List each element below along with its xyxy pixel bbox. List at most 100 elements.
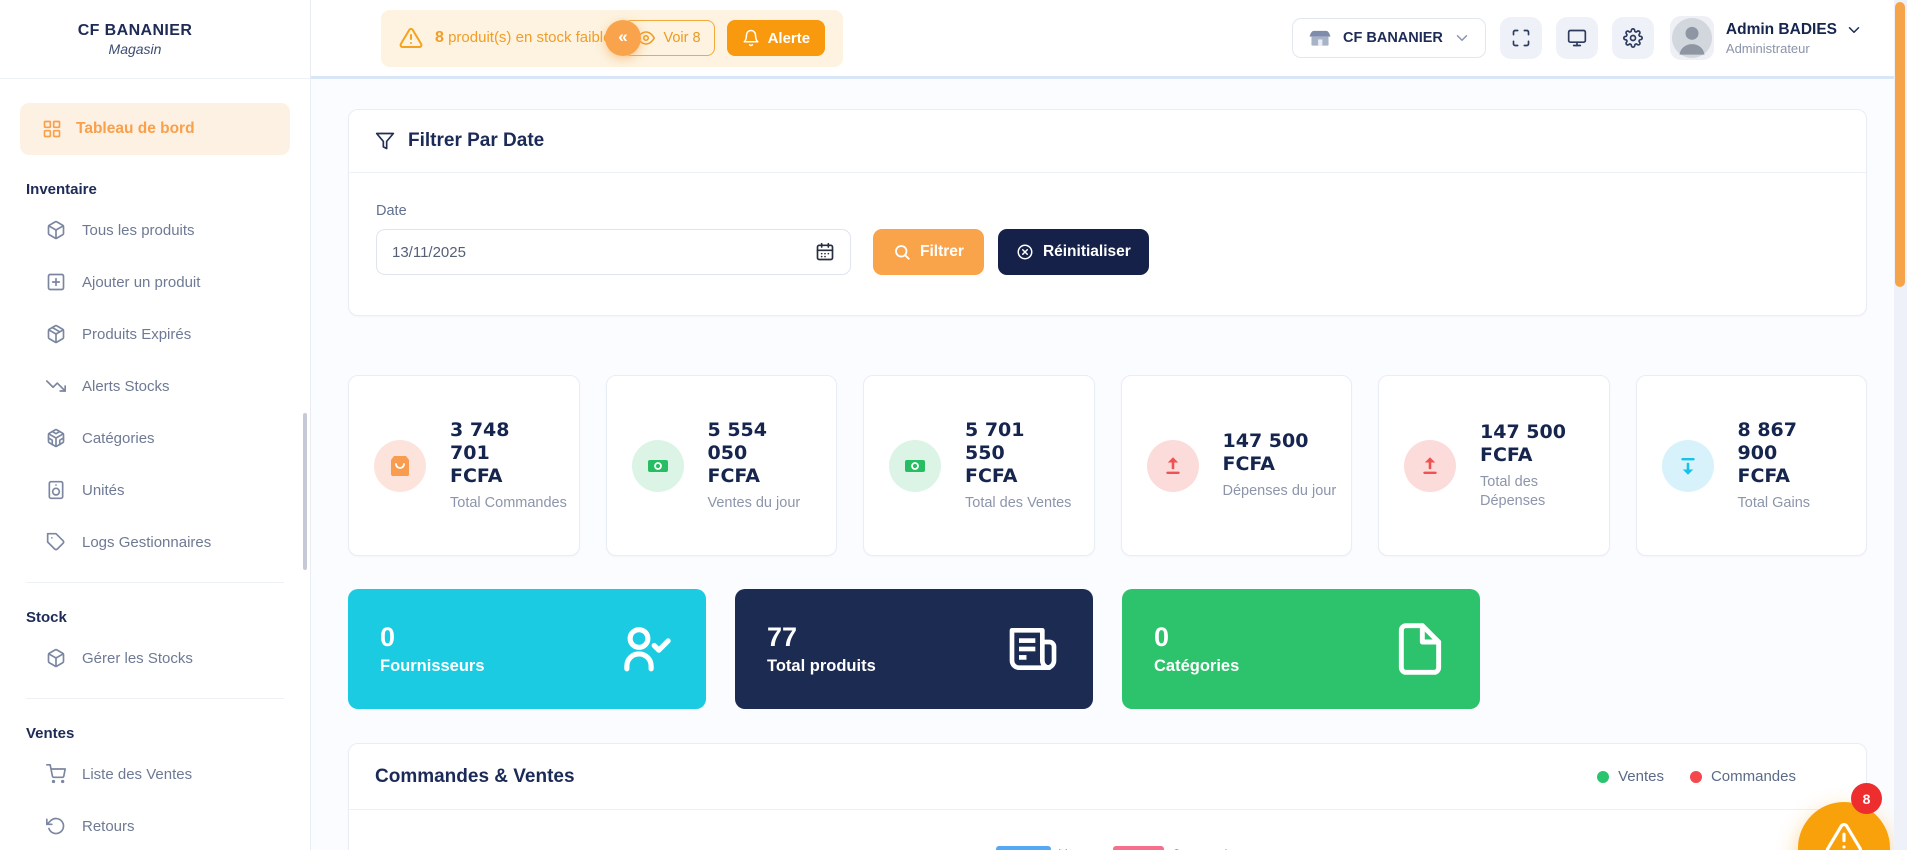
chevron-down-icon: [1453, 29, 1471, 47]
user-menu[interactable]: Admin BADIES Administrateur: [1726, 21, 1863, 56]
upload-icon: [1404, 440, 1456, 492]
cash-icon: [889, 440, 941, 492]
gear-icon: [1623, 28, 1643, 48]
sidebar-nav: Tableau de bord Inventaire Tous les prod…: [0, 79, 310, 850]
box-icon: [46, 220, 66, 240]
filter-card-header: Filtrer Par Date: [349, 110, 1866, 173]
stat-value: 147 500 FCFA: [1480, 421, 1572, 467]
page-scrollbar[interactable]: [1894, 0, 1907, 850]
reset-button[interactable]: Réinitialiser: [998, 229, 1149, 275]
date-label: Date: [376, 203, 1839, 219]
newspaper-icon: [1005, 621, 1061, 677]
legend-dot-green: [1597, 771, 1609, 783]
sidebar-divider: [26, 698, 284, 699]
download-icon: [1662, 440, 1714, 492]
stat-value: 8 867 900 FCFA: [1738, 419, 1830, 488]
display-button[interactable]: [1556, 17, 1598, 59]
content: Filtrer Par Date Date Filtrer: [311, 79, 1907, 850]
maximize-icon: [1511, 28, 1531, 48]
alert-triangle-icon: [1825, 820, 1863, 850]
summary-label: Catégories: [1154, 657, 1239, 676]
chart-toggle-commandes[interactable]: [1113, 846, 1164, 850]
sidebar: CF BANANIER Magasin Tableau de bord Inve…: [0, 0, 311, 850]
sidebar-collapse-button[interactable]: «: [605, 20, 641, 56]
sidebar-item-alerts-stocks[interactable]: Alerts Stocks: [20, 360, 290, 412]
sidebar-item-ajouter-un-produit[interactable]: Ajouter un produit: [20, 256, 290, 308]
sidebar-item-liste-des-ventes[interactable]: Liste des Ventes: [20, 748, 290, 800]
brand-name: CF BANANIER: [78, 22, 193, 40]
sidebar-item-label: Logs Gestionnaires: [82, 534, 211, 551]
date-field[interactable]: [376, 229, 851, 275]
codesandbox-icon: [46, 428, 66, 448]
filter-body: Date Filtrer Réinitialiser: [349, 173, 1866, 275]
sidebar-item-tous-les-produits[interactable]: Tous les produits: [20, 204, 290, 256]
settings-button[interactable]: [1612, 17, 1654, 59]
main-area: 8 produit(s) en stock faible Voir 8 Aler…: [311, 0, 1907, 850]
warning-triangle-icon: [399, 26, 423, 50]
funnel-icon: [375, 131, 395, 151]
sidebar-section-stock: Stock: [26, 609, 290, 626]
calendar-icon[interactable]: [815, 242, 835, 262]
legend-item-commandes: Commandes: [1690, 768, 1796, 785]
sidebar-item-retours[interactable]: Retours: [20, 800, 290, 850]
store-selector-label: CF BANANIER: [1343, 30, 1443, 46]
shopping-bag-icon: [374, 440, 426, 492]
stat-label: Dépenses du jour: [1223, 482, 1345, 501]
fullscreen-button[interactable]: [1500, 17, 1542, 59]
sidebar-item-categories[interactable]: Catégories: [20, 412, 290, 464]
sidebar-item-logs-gestionnaires[interactable]: Logs Gestionnaires: [20, 516, 290, 568]
stat-label: Total Commandes: [450, 494, 572, 513]
stat-card-total-des-ventes: 5 701 550 FCFA Total des Ventes: [863, 375, 1095, 556]
search-icon: [893, 243, 911, 261]
x-circle-icon: [1016, 243, 1034, 261]
summary-card-fournisseurs[interactable]: 0 Fournisseurs: [348, 589, 706, 709]
stat-label: Ventes du jour: [708, 494, 830, 513]
chart-card: Commandes & Ventes Ventes Commandes Vent…: [348, 743, 1867, 850]
user-check-icon: [618, 621, 674, 677]
chart-toggle-ventes[interactable]: [996, 846, 1051, 850]
summary-card-total-produits[interactable]: 77 Total produits: [735, 589, 1093, 709]
sidebar-scrollbar-thumb[interactable]: [303, 413, 307, 570]
sidebar-item-gerer-les-stocks[interactable]: Gérer les Stocks: [20, 632, 290, 684]
rotate-ccw-icon: [46, 816, 66, 836]
sidebar-item-label: Produits Expirés: [82, 326, 191, 343]
topbar: 8 produit(s) en stock faible Voir 8 Aler…: [311, 0, 1907, 79]
alert-count-badge: 8: [1851, 783, 1882, 814]
page-scrollbar-thumb[interactable]: [1895, 2, 1905, 287]
stat-label: Total Gains: [1738, 494, 1860, 513]
stat-card-depenses-du-jour: 147 500 FCFA Dépenses du jour: [1121, 375, 1353, 556]
user-name: Admin BADIES: [1726, 21, 1837, 39]
box-icon: [46, 648, 66, 668]
stat-label: Total des Ventes: [965, 494, 1087, 513]
legend-dot-red: [1690, 771, 1702, 783]
low-stock-message: 8 produit(s) en stock faible: [435, 29, 611, 47]
sidebar-item-label: Retours: [82, 818, 135, 835]
summary-label: Total produits: [767, 657, 876, 676]
summary-card-categories[interactable]: 0 Catégories: [1122, 589, 1480, 709]
stat-value: 3 748 701 FCFA: [450, 419, 542, 488]
filter-button[interactable]: Filtrer: [873, 229, 984, 275]
sidebar-item-label: Ajouter un produit: [82, 274, 200, 291]
stat-label: Total des Dépenses: [1480, 473, 1602, 511]
sidebar-item-unites[interactable]: Unités: [20, 464, 290, 516]
stat-value: 5 701 550 FCFA: [965, 419, 1057, 488]
filter-title: Filtrer Par Date: [408, 130, 544, 152]
chart-legend: Ventes Commandes: [1597, 768, 1796, 785]
alert-button[interactable]: Alerte: [727, 20, 826, 56]
file-icon: [1392, 621, 1448, 677]
speaker-icon: [46, 480, 66, 500]
avatar[interactable]: [1670, 16, 1714, 60]
stat-card-total-commandes: 3 748 701 FCFA Total Commandes: [348, 375, 580, 556]
sidebar-item-tableau-de-bord[interactable]: Tableau de bord: [20, 103, 290, 155]
sidebar-item-label: Alerts Stocks: [82, 378, 170, 395]
sidebar-item-label: Liste des Ventes: [82, 766, 192, 783]
topbar-right: CF BANANIER Admin BADIES: [1292, 16, 1863, 60]
chart-title: Commandes & Ventes: [375, 766, 575, 788]
app-root: CF BANANIER Magasin Tableau de bord Inve…: [0, 0, 1907, 850]
store-selector[interactable]: CF BANANIER: [1292, 18, 1486, 58]
sidebar-item-label: Tableau de bord: [76, 120, 195, 138]
sidebar-divider: [26, 582, 284, 583]
sidebar-item-produits-expires[interactable]: Produits Expirés: [20, 308, 290, 360]
date-input[interactable]: [392, 244, 805, 261]
sidebar-item-label: Catégories: [82, 430, 155, 447]
